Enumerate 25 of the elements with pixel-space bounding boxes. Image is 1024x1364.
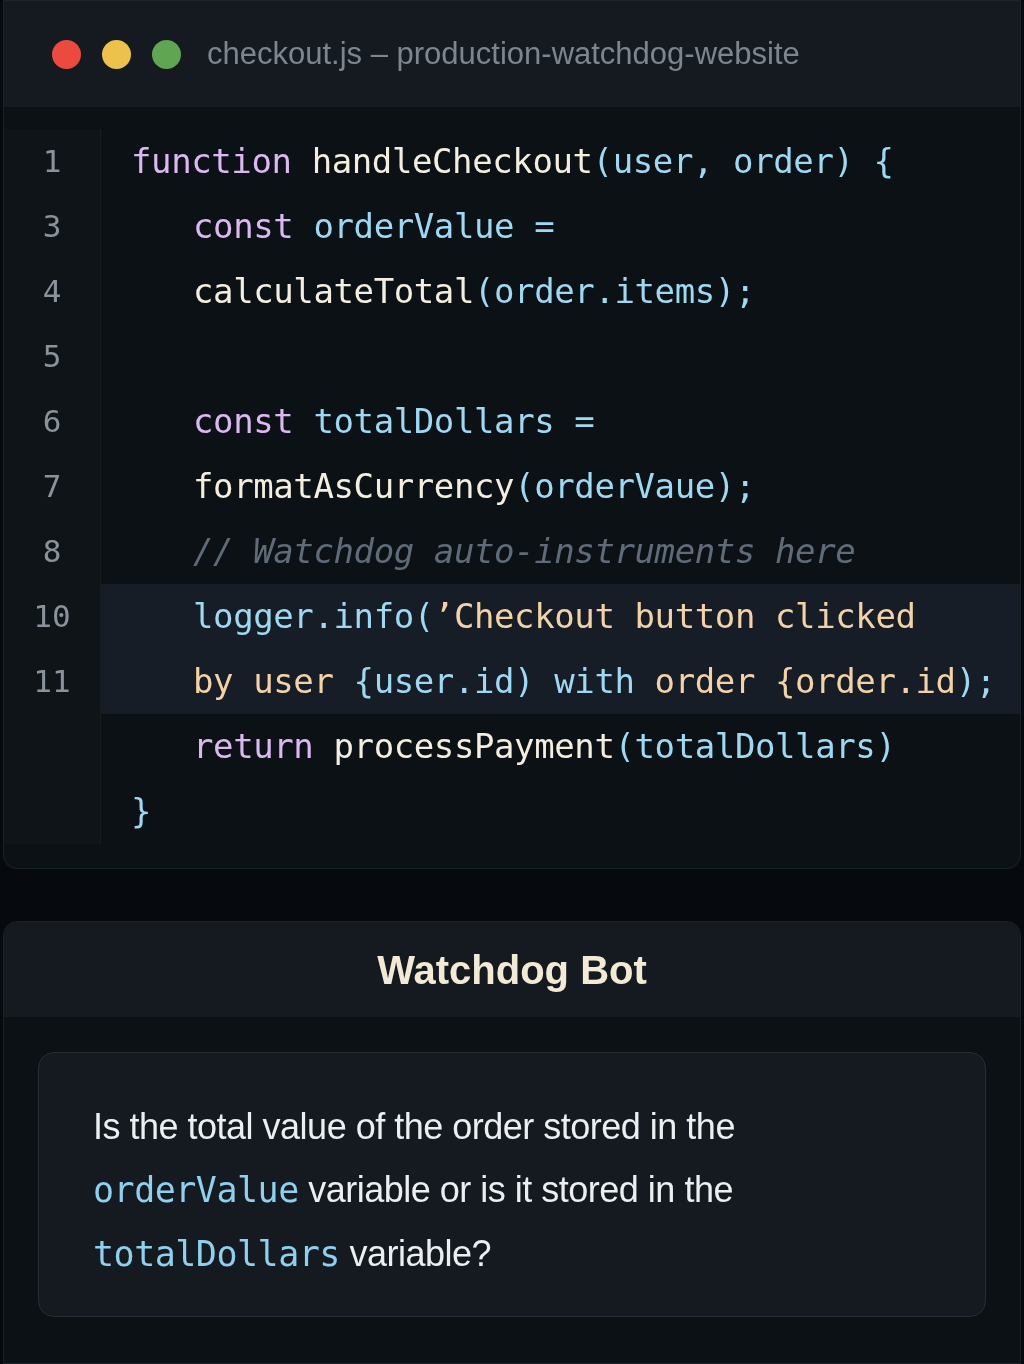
line-number: 8 (42, 532, 62, 572)
line-number: 7 (42, 467, 62, 507)
line-number: 4 (42, 272, 62, 312)
code-line: } (131, 790, 152, 833)
code-line: const totalDollars = (193, 400, 595, 443)
close-icon[interactable] (52, 39, 81, 69)
line-number: 6 (42, 402, 62, 442)
code-line: // Watchdog auto-instruments here (193, 530, 856, 573)
line-number: 11 (33, 662, 71, 702)
code-line: by user {user.id) with order {order.id); (193, 660, 996, 703)
minimize-icon[interactable] (102, 39, 131, 69)
code-line: calculateTotal(order.items); (193, 270, 755, 313)
window-title: checkout.js – production-watchdog-website (207, 34, 800, 73)
code-line: formatAsCurrency(orderVaue); (193, 465, 755, 508)
line-number: 5 (42, 337, 62, 377)
line-number: 10 (33, 597, 71, 637)
code-line: function handleCheckout(user, order) { (131, 140, 894, 183)
maximize-icon[interactable] (152, 39, 181, 69)
line-number: 1 (42, 142, 62, 182)
line-number: 3 (42, 207, 62, 247)
code-line: const orderValue = (193, 205, 555, 248)
code-line: logger.info(’Checkout button clicked (193, 595, 916, 638)
panel-title: Watchdog Bot (377, 946, 647, 994)
code-line: return processPayment(totalDollars) (193, 725, 896, 768)
bot-message: Is the total value of the order stored in the orderValue variable or is it stored in the totalDollars variable? (93, 1105, 736, 1276)
